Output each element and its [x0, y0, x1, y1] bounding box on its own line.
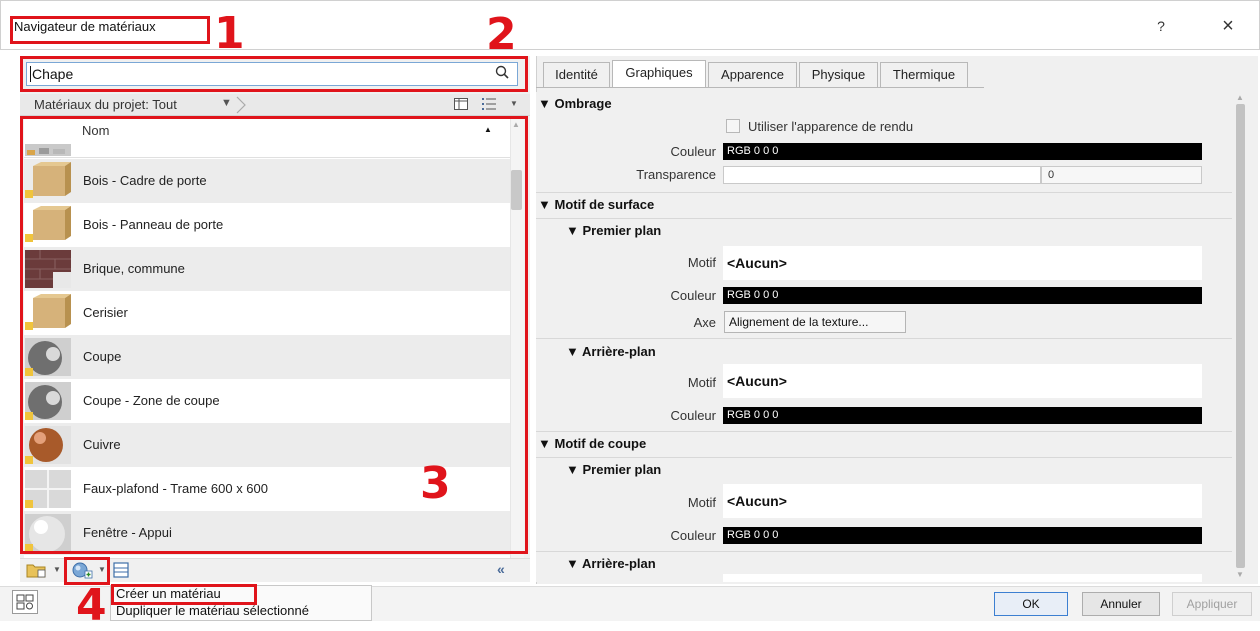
cut-background-pattern-field[interactable] — [723, 574, 1202, 582]
surface-background-color-field[interactable]: RGB 0 0 0 — [723, 407, 1202, 424]
transparency-label: Transparence — [636, 167, 716, 182]
collapse-triangle-icon: ▼ — [566, 223, 583, 238]
scroll-up-icon[interactable]: ▲ — [1236, 93, 1244, 102]
motif-label: Motif — [687, 495, 716, 510]
subsection-arriere-plan[interactable]: ▼ Arrière-plan — [566, 556, 656, 571]
chevron-down-icon[interactable]: ▼ — [510, 99, 518, 108]
transparency-value[interactable]: 0 — [1041, 166, 1202, 184]
collapse-triangle-icon: ▼ — [566, 462, 583, 477]
section-divider — [536, 192, 1232, 193]
annotation-box-3 — [20, 116, 528, 554]
surface-foreground-pattern-field[interactable]: <Aucun> — [723, 246, 1202, 280]
annotation-number-4: 4 — [76, 580, 107, 631]
cut-foreground-pattern-field[interactable]: <Aucun> — [723, 484, 1202, 518]
annotation-box-4b — [111, 584, 257, 605]
scroll-down-icon[interactable]: ▼ — [1236, 570, 1244, 579]
project-materials-filter[interactable]: Matériaux du projet: Tout — [34, 97, 177, 112]
shading-color-field[interactable]: RGB 0 0 0 — [723, 143, 1202, 160]
annotation-number-1: 1 — [214, 8, 245, 59]
transparency-slider[interactable] — [723, 166, 1041, 184]
ok-button[interactable]: OK — [994, 592, 1068, 616]
library-panel-icon[interactable] — [112, 561, 130, 579]
section-divider — [536, 338, 1232, 339]
collapse-triangle-icon: ▼ — [538, 197, 555, 212]
section-ombrage[interactable]: ▼ Ombrage — [538, 96, 1232, 118]
section-divider — [536, 551, 1232, 552]
subsection-title: Arrière-plan — [582, 556, 656, 571]
motif-label: Motif — [687, 255, 716, 270]
section-title: Motif de coupe — [554, 436, 647, 451]
help-button[interactable]: ? — [1151, 18, 1171, 38]
color-label: Couleur — [670, 528, 716, 543]
collapse-triangle-icon: ▼ — [566, 344, 582, 359]
menu-item-duplicate-material[interactable]: Dupliquer le matériau sélectionné — [116, 603, 309, 618]
cancel-button[interactable]: Annuler — [1082, 592, 1160, 616]
chevron-down-icon[interactable]: ▼ — [53, 565, 61, 574]
apply-button[interactable]: Appliquer — [1172, 592, 1252, 616]
section-motif-surface[interactable]: ▼ Motif de surface — [538, 197, 1232, 219]
axe-label: Axe — [693, 315, 716, 330]
color-label: Couleur — [670, 144, 716, 159]
collapse-panel-button[interactable]: « — [497, 561, 505, 577]
annotation-box-1 — [10, 16, 210, 44]
subsection-title: Premier plan — [582, 462, 662, 477]
section-motif-coupe[interactable]: ▼ Motif de coupe — [538, 436, 1232, 458]
color-label: Couleur — [670, 288, 716, 303]
subsection-arriere-plan[interactable]: ▼ Arrière-plan — [566, 344, 656, 359]
texture-alignment-button[interactable]: Alignement de la texture... — [724, 311, 906, 333]
subsection-premier-plan[interactable]: ▼ Premier plan — [566, 462, 661, 477]
section-title: Ombrage — [554, 96, 612, 111]
tab-identite[interactable]: Identité — [543, 62, 610, 87]
tab-thermique[interactable]: Thermique — [880, 62, 968, 87]
annotation-number-2: 2 — [486, 9, 517, 60]
chevron-down-icon[interactable]: ▼ — [221, 97, 232, 109]
tab-divider — [536, 87, 984, 88]
asset-browser-icon[interactable] — [12, 590, 38, 614]
panel-view-icon[interactable] — [453, 96, 469, 112]
properties-scroll-thumb[interactable] — [1236, 104, 1245, 568]
color-label: Couleur — [670, 408, 716, 423]
section-divider — [536, 218, 1232, 219]
motif-label: Motif — [687, 375, 716, 390]
subsection-premier-plan[interactable]: ▼ Premier plan — [566, 223, 661, 238]
library-folder-icon[interactable] — [26, 562, 48, 578]
use-render-appearance-checkbox[interactable] — [726, 119, 740, 133]
use-render-appearance-label: Utiliser l'apparence de rendu — [748, 119, 914, 134]
list-view-icon[interactable] — [480, 95, 498, 113]
cut-foreground-color-field[interactable]: RGB 0 0 0 — [723, 527, 1202, 544]
subsection-title: Arrière-plan — [582, 344, 656, 359]
annotation-number-3: 3 — [420, 458, 451, 509]
section-divider — [536, 457, 1232, 458]
section-divider — [536, 431, 1232, 432]
section-title: Motif de surface — [554, 197, 655, 212]
collapse-triangle-icon: ▼ — [538, 436, 555, 451]
annotation-box-2 — [20, 56, 528, 92]
close-button[interactable]: × — [1216, 14, 1240, 38]
breadcrumb-arrow-icon — [234, 94, 248, 116]
subsection-title: Premier plan — [582, 223, 662, 238]
surface-foreground-color-field[interactable]: RGB 0 0 0 — [723, 287, 1202, 304]
collapse-triangle-icon: ▼ — [566, 556, 582, 571]
tab-physique[interactable]: Physique — [799, 62, 878, 87]
collapse-triangle-icon: ▼ — [538, 96, 555, 111]
surface-background-pattern-field[interactable]: <Aucun> — [723, 364, 1202, 398]
tab-graphiques[interactable]: Graphiques — [612, 60, 706, 87]
tab-apparence[interactable]: Apparence — [708, 62, 797, 87]
